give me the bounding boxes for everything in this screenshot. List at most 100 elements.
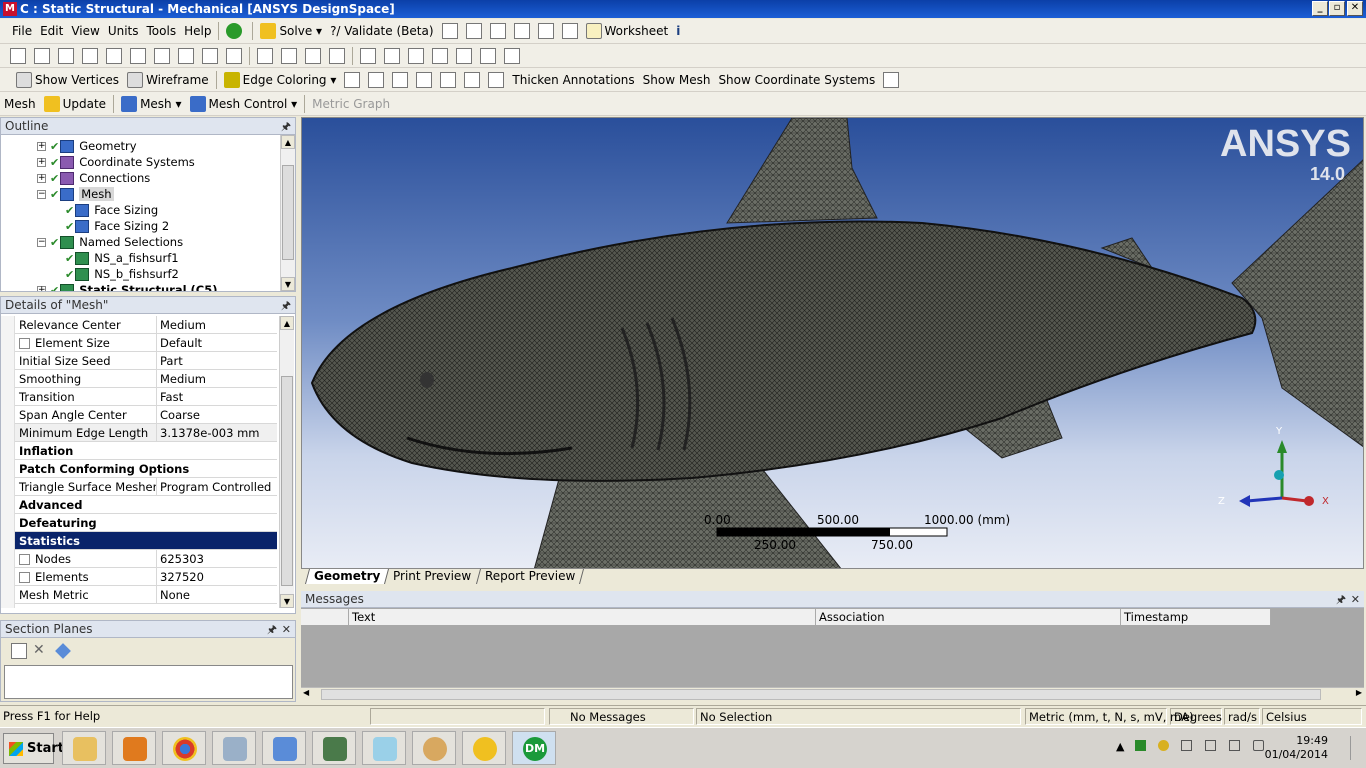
pin-icon[interactable]: 🖈 (1336, 591, 1346, 608)
messages-col-text[interactable]: Text (349, 609, 816, 625)
zoom-to-icon[interactable] (384, 47, 400, 64)
edge-style-2-icon[interactable] (368, 71, 385, 88)
new-section-plane-icon[interactable] (11, 643, 27, 659)
parameter-checkbox[interactable] (19, 571, 30, 583)
menu-units[interactable]: Units (104, 20, 143, 42)
pin-icon[interactable]: 🖈 (281, 118, 291, 135)
maximize-button[interactable]: ▫ (1329, 1, 1345, 16)
select-face-icon[interactable] (82, 47, 98, 64)
random-colors-icon[interactable] (883, 71, 900, 88)
show-coordinate-systems-button[interactable]: Show Coordinate Systems (714, 69, 879, 91)
parameter-checkbox[interactable] (19, 337, 30, 349)
details-row[interactable]: Span Angle Center Coarse (15, 405, 277, 424)
outline-scrollbar[interactable]: ▲ ▼ (280, 135, 295, 291)
collapse-icon[interactable]: − (37, 189, 46, 199)
edge-style-5-icon[interactable] (440, 71, 457, 88)
details-row[interactable]: Initial Size Seed Part (15, 351, 277, 370)
text-icon[interactable] (537, 23, 554, 39)
details-row[interactable]: Transition Fast (15, 387, 277, 406)
viewport-layout-icon[interactable] (504, 47, 520, 64)
zoom-box-icon[interactable] (329, 47, 345, 64)
scroll-thumb[interactable] (321, 689, 1321, 700)
edge-style-4-icon[interactable] (416, 71, 433, 88)
details-row[interactable]: Elements 327520 (15, 567, 277, 586)
mesh-control-dropdown[interactable]: Mesh Control ▾ (186, 93, 302, 115)
details-row[interactable]: Statistics (15, 532, 277, 550)
menu-file[interactable]: File (8, 20, 36, 42)
abc-icon[interactable] (465, 23, 482, 39)
status-rate[interactable]: rad/s (1224, 708, 1260, 725)
select-icon[interactable] (10, 47, 26, 64)
solve-button[interactable]: Solve ▾ (256, 20, 326, 42)
tab-report-preview[interactable]: Report Preview (475, 569, 584, 584)
messages-col-association[interactable]: Association (816, 609, 1121, 625)
checkmark-button[interactable] (222, 20, 249, 42)
tree-node[interactable]: ✔ NS_a_fishsurf1 (65, 250, 179, 266)
taskbar-network[interactable] (312, 731, 356, 765)
annotation-icon[interactable] (464, 71, 481, 88)
details-row[interactable]: Relevance Center Medium (15, 316, 277, 334)
scale-bar-icon[interactable] (488, 71, 505, 88)
show-mesh-button[interactable]: Show Mesh (639, 69, 715, 91)
scroll-up-icon[interactable]: ▲ (281, 135, 295, 149)
taskbar-ansys-workbench[interactable] (462, 731, 506, 765)
collapse-icon[interactable]: − (37, 237, 46, 247)
cube-alt-icon[interactable] (226, 47, 242, 64)
taskbar-remote[interactable] (262, 731, 306, 765)
expand-icon[interactable]: + (37, 285, 46, 291)
status-units[interactable]: Metric (mm, t, N, s, mV, mA) (1025, 708, 1194, 725)
scroll-thumb[interactable] (282, 165, 294, 260)
scroll-down-icon[interactable]: ▼ (280, 594, 294, 608)
tree-node[interactable]: + ✔ Geometry (37, 138, 137, 154)
details-row[interactable]: Patch Conforming Options (15, 460, 277, 478)
details-row[interactable]: Element Size Default (15, 333, 277, 352)
chart-icon[interactable] (489, 23, 506, 39)
cube-icon[interactable] (202, 47, 218, 64)
details-value[interactable]: Medium (157, 372, 206, 386)
section-view-icon[interactable] (55, 643, 71, 659)
select-vertex-icon[interactable] (34, 47, 50, 64)
pin-icon[interactable]: 🖈 (281, 297, 291, 314)
worksheet-button[interactable]: Worksheet (582, 20, 673, 42)
expand-icon[interactable]: + (37, 157, 46, 167)
messages-col-timestamp[interactable]: Timestamp (1121, 609, 1271, 625)
show-desktop-button[interactable] (1350, 736, 1364, 760)
tray-security-icon[interactable] (1158, 740, 1169, 751)
details-scrollbar[interactable]: ▲ ▼ (279, 316, 294, 608)
select-mode-icon[interactable] (130, 47, 146, 64)
details-value[interactable]: 3.1378e-003 mm (157, 426, 259, 440)
tree-node[interactable]: − ✔ Mesh (37, 186, 114, 202)
details-value[interactable]: Fast (157, 390, 183, 404)
select-body-icon[interactable] (106, 47, 122, 64)
edge-style-3-icon[interactable] (392, 71, 409, 88)
tab-geometry[interactable]: Geometry (304, 569, 389, 584)
tree-node[interactable]: ✔ Face Sizing (65, 202, 158, 218)
messages-hscrollbar[interactable]: ◀ ▶ (301, 687, 1364, 701)
scroll-right-icon[interactable]: ▶ (1356, 688, 1362, 697)
info-button[interactable]: i (672, 20, 684, 42)
mesh-dropdown[interactable]: Mesh ▾ (117, 93, 185, 115)
status-messages[interactable]: No Messages (549, 708, 694, 725)
zoom-in-icon[interactable] (408, 47, 424, 64)
pin-icon[interactable]: 🖈 (267, 621, 277, 638)
taskbar-calculator[interactable] (212, 731, 256, 765)
details-row[interactable]: Defeaturing (15, 514, 277, 532)
taskbar-chrome[interactable] (162, 731, 206, 765)
status-temperature[interactable]: Celsius (1262, 708, 1362, 725)
details-value[interactable]: Medium (157, 318, 206, 332)
iso-view-icon[interactable] (456, 47, 472, 64)
details-row[interactable]: Nodes 625303 (15, 549, 277, 568)
clock[interactable]: 19:49 01/04/2014 (1265, 734, 1328, 762)
print-icon[interactable] (480, 47, 496, 64)
start-button[interactable]: Start (3, 733, 64, 764)
taskbar-media-player[interactable] (112, 731, 156, 765)
tray-app-icon[interactable] (1135, 740, 1146, 751)
details-value[interactable]: None (157, 588, 190, 602)
details-row[interactable]: Smoothing Medium (15, 369, 277, 388)
select-node-icon[interactable] (154, 47, 170, 64)
tray-expand-icon[interactable]: ▲ (1116, 740, 1124, 753)
delete-icon[interactable]: ✕ (33, 643, 49, 659)
close-button[interactable]: ✕ (1347, 1, 1363, 16)
taskbar-explorer[interactable] (62, 731, 106, 765)
triad-axes[interactable]: Y X Z (1218, 426, 1329, 507)
